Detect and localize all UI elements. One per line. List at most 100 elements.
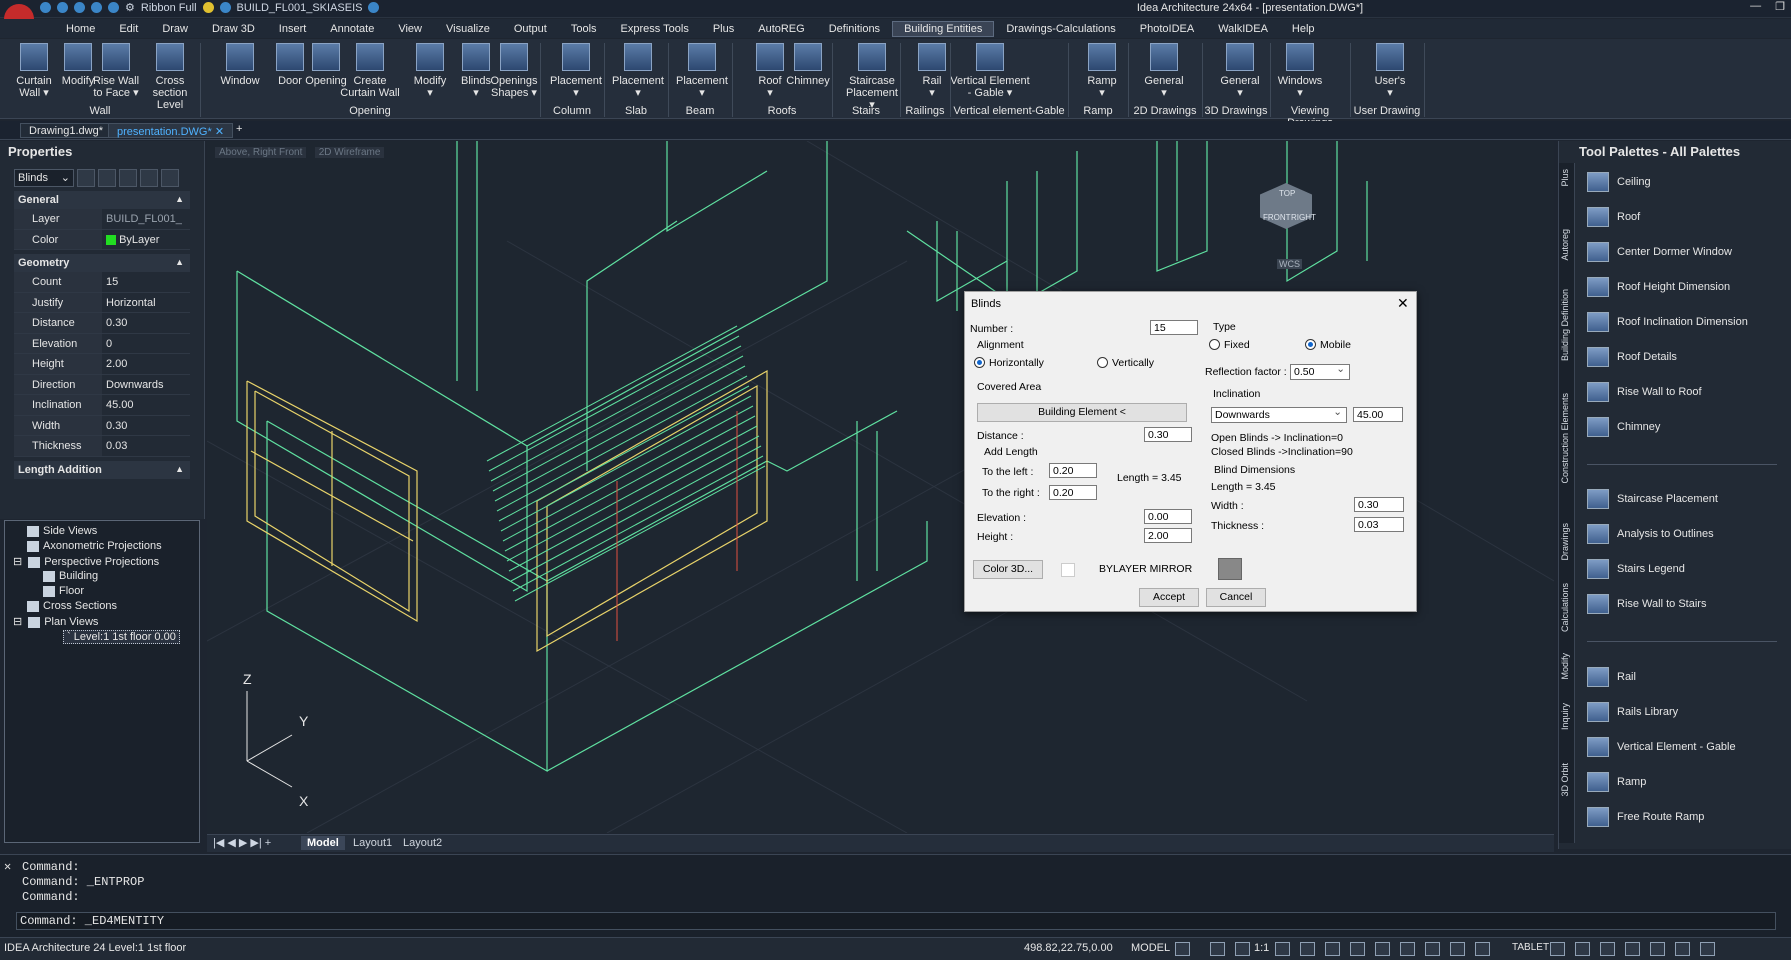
- add-tab-icon[interactable]: +: [236, 123, 242, 135]
- prop-value[interactable]: Horizontal: [102, 292, 190, 312]
- inclination-input[interactable]: 45.00: [1353, 407, 1403, 422]
- palette-item-roof-details[interactable]: Roof Details: [1587, 344, 1677, 370]
- palette-item-stairs-legend[interactable]: Stairs Legend: [1587, 556, 1685, 582]
- model-space-toggle[interactable]: MODEL: [1131, 942, 1170, 954]
- select-objects-icon[interactable]: [98, 169, 116, 187]
- prop-row-justify[interactable]: Justify Horizontal: [14, 292, 190, 313]
- ribbon-tool-general-20[interactable]: General ▾: [1134, 43, 1194, 99]
- palette-item-rise-wall-to-stairs[interactable]: Rise Wall to Stairs: [1587, 591, 1706, 617]
- ribbon-tab-home[interactable]: Home: [54, 23, 107, 35]
- save-icon[interactable]: [40, 2, 51, 13]
- right-input[interactable]: 0.20: [1049, 485, 1097, 500]
- ribbon-tab-visualize[interactable]: Visualize: [434, 23, 502, 35]
- palette-item-center-dormer-window[interactable]: Center Dormer Window: [1587, 239, 1732, 265]
- tree-item-axonometric[interactable]: Axonometric Projections: [27, 540, 162, 552]
- tree-item-floor[interactable]: Floor: [43, 585, 84, 597]
- section-general[interactable]: General ▲: [14, 191, 190, 209]
- width-input[interactable]: 0.30: [1354, 497, 1404, 512]
- height-input[interactable]: 2.00: [1144, 528, 1192, 543]
- ribbon-tool-cross-3[interactable]: Cross section Level: [140, 43, 200, 111]
- prop-value[interactable]: 0.30: [102, 415, 190, 435]
- snap-icon[interactable]: [1210, 942, 1225, 956]
- filter-icon[interactable]: [140, 169, 158, 187]
- prop-value[interactable]: Downwards: [102, 374, 190, 394]
- isolate-icon[interactable]: [1625, 942, 1640, 956]
- ribbon-tool-ramp-19[interactable]: Ramp ▾: [1072, 43, 1132, 99]
- 3d-osnap-icon[interactable]: [1425, 942, 1440, 956]
- prop-row-width[interactable]: Width 0.30: [14, 415, 190, 436]
- palette-tab-building-definition[interactable]: Building Definition: [1560, 289, 1570, 361]
- palette-tab-3d-orbit[interactable]: 3D Orbit: [1560, 763, 1570, 797]
- info-icon[interactable]: [1675, 942, 1690, 956]
- distance-input[interactable]: 0.30: [1144, 427, 1192, 442]
- restore-icon[interactable]: ❐: [1775, 0, 1785, 13]
- ribbon-tab-autoreg[interactable]: AutoREG: [746, 23, 816, 35]
- ribbon-tool-user-s-23[interactable]: User's ▾: [1360, 43, 1420, 99]
- annotation-scale[interactable]: 1:1: [1254, 942, 1269, 954]
- palette-tab-autoreg[interactable]: Autoreg: [1560, 229, 1570, 261]
- close-icon[interactable]: ✕: [4, 859, 11, 874]
- left-input[interactable]: 0.20: [1049, 463, 1097, 478]
- direction-select[interactable]: Downwards: [1211, 406, 1347, 423]
- command-input[interactable]: Command: _ED4MENTITY: [16, 912, 1776, 930]
- ribbon-tab-building-entities[interactable]: Building Entities: [892, 20, 995, 37]
- file-select[interactable]: BUILD_FL001_SKIASEIS: [237, 2, 363, 14]
- ribbon-tab-tools[interactable]: Tools: [559, 23, 609, 35]
- workspace-icon[interactable]: [1550, 942, 1565, 956]
- hardware-accel-icon[interactable]: [1600, 942, 1615, 956]
- palette-item-roof[interactable]: Roof: [1587, 204, 1640, 230]
- lineweight-icon[interactable]: [1350, 942, 1365, 956]
- prop-row-inclination[interactable]: Inclination 45.00: [14, 395, 190, 416]
- workspace-gear-icon[interactable]: ⚙: [125, 1, 135, 14]
- palette-tab-inquiry[interactable]: Inquiry: [1560, 703, 1570, 730]
- prop-row-direction[interactable]: Direction Downwards: [14, 374, 190, 395]
- close-icon[interactable]: ✕: [215, 126, 224, 138]
- color-3d-button[interactable]: Color 3D...: [973, 560, 1043, 579]
- prop-row-layer[interactable]: Layer BUILD_FL001_: [14, 209, 190, 230]
- ribbon-tab-insert[interactable]: Insert: [267, 23, 319, 35]
- section-length-addition[interactable]: Length Addition ▲: [14, 460, 190, 479]
- dynamic-ucs-icon[interactable]: [1450, 942, 1465, 956]
- palette-item-vertical-element-gable[interactable]: Vertical Element - Gable: [1587, 734, 1736, 760]
- tab-layout1[interactable]: Layout1: [347, 836, 398, 850]
- mirror-color-swatch[interactable]: [1218, 558, 1242, 580]
- ribbon-tool-windows-22[interactable]: Windows ▾: [1270, 43, 1330, 99]
- ribbon-tool-general-21[interactable]: General ▾: [1210, 43, 1270, 99]
- ribbon-tab-draw[interactable]: Draw: [150, 23, 200, 35]
- ribbon-tab-view[interactable]: View: [386, 23, 434, 35]
- tree-item-side-views[interactable]: Side Views: [27, 525, 97, 537]
- palette-tab-plus[interactable]: Plus: [1560, 169, 1570, 187]
- ribbon-tab-express-tools[interactable]: Express Tools: [609, 23, 701, 35]
- lightbulb-icon[interactable]: [202, 2, 214, 13]
- ortho-icon[interactable]: [1235, 942, 1250, 956]
- lock-icon[interactable]: [1575, 942, 1590, 956]
- tab-layout2[interactable]: Layout2: [397, 836, 448, 850]
- ribbon-tool-openings-10[interactable]: Openings Shapes ▾: [484, 43, 544, 99]
- tree-item-cross-sections[interactable]: Cross Sections: [27, 600, 117, 612]
- vertical-radio[interactable]: [1097, 357, 1108, 368]
- prop-value[interactable]: 0: [102, 333, 190, 353]
- number-input[interactable]: 15: [1150, 320, 1198, 335]
- ribbon-tab-definitions[interactable]: Definitions: [817, 23, 892, 35]
- palette-item-rail[interactable]: Rail: [1587, 664, 1636, 690]
- view-cube-front[interactable]: FRONT: [1263, 213, 1291, 222]
- ribbon-tool-create-7[interactable]: Create Curtain Wall: [340, 43, 400, 99]
- otrack-icon[interactable]: [1325, 942, 1340, 956]
- ribbon-tool-staircase-16[interactable]: Staircase Placement ▾: [842, 43, 902, 111]
- accept-button[interactable]: Accept: [1139, 588, 1199, 607]
- prop-value[interactable]: 15: [102, 272, 190, 292]
- palette-item-roof-height-dimension[interactable]: Roof Height Dimension: [1587, 274, 1730, 300]
- tree-item-perspective[interactable]: ⊟ Perspective Projections: [13, 555, 159, 568]
- undo-icon[interactable]: [57, 2, 68, 13]
- ribbon-tab-drawings-calculations[interactable]: Drawings-Calculations: [994, 23, 1127, 35]
- prop-value[interactable]: 0.30: [102, 313, 190, 333]
- workspace-select[interactable]: Ribbon Full: [141, 2, 197, 14]
- palette-item-roof-inclination-dimension[interactable]: Roof Inclination Dimension: [1587, 309, 1748, 335]
- tab-model[interactable]: Model: [301, 836, 345, 850]
- elevation-input[interactable]: 0.00: [1144, 509, 1192, 524]
- wcs-menu[interactable]: WCS: [1277, 259, 1302, 269]
- horizontal-radio[interactable]: [974, 357, 985, 368]
- close-icon[interactable]: ✕: [1397, 295, 1409, 312]
- grid-icon[interactable]: [1175, 942, 1190, 956]
- print-icon[interactable]: [108, 2, 119, 13]
